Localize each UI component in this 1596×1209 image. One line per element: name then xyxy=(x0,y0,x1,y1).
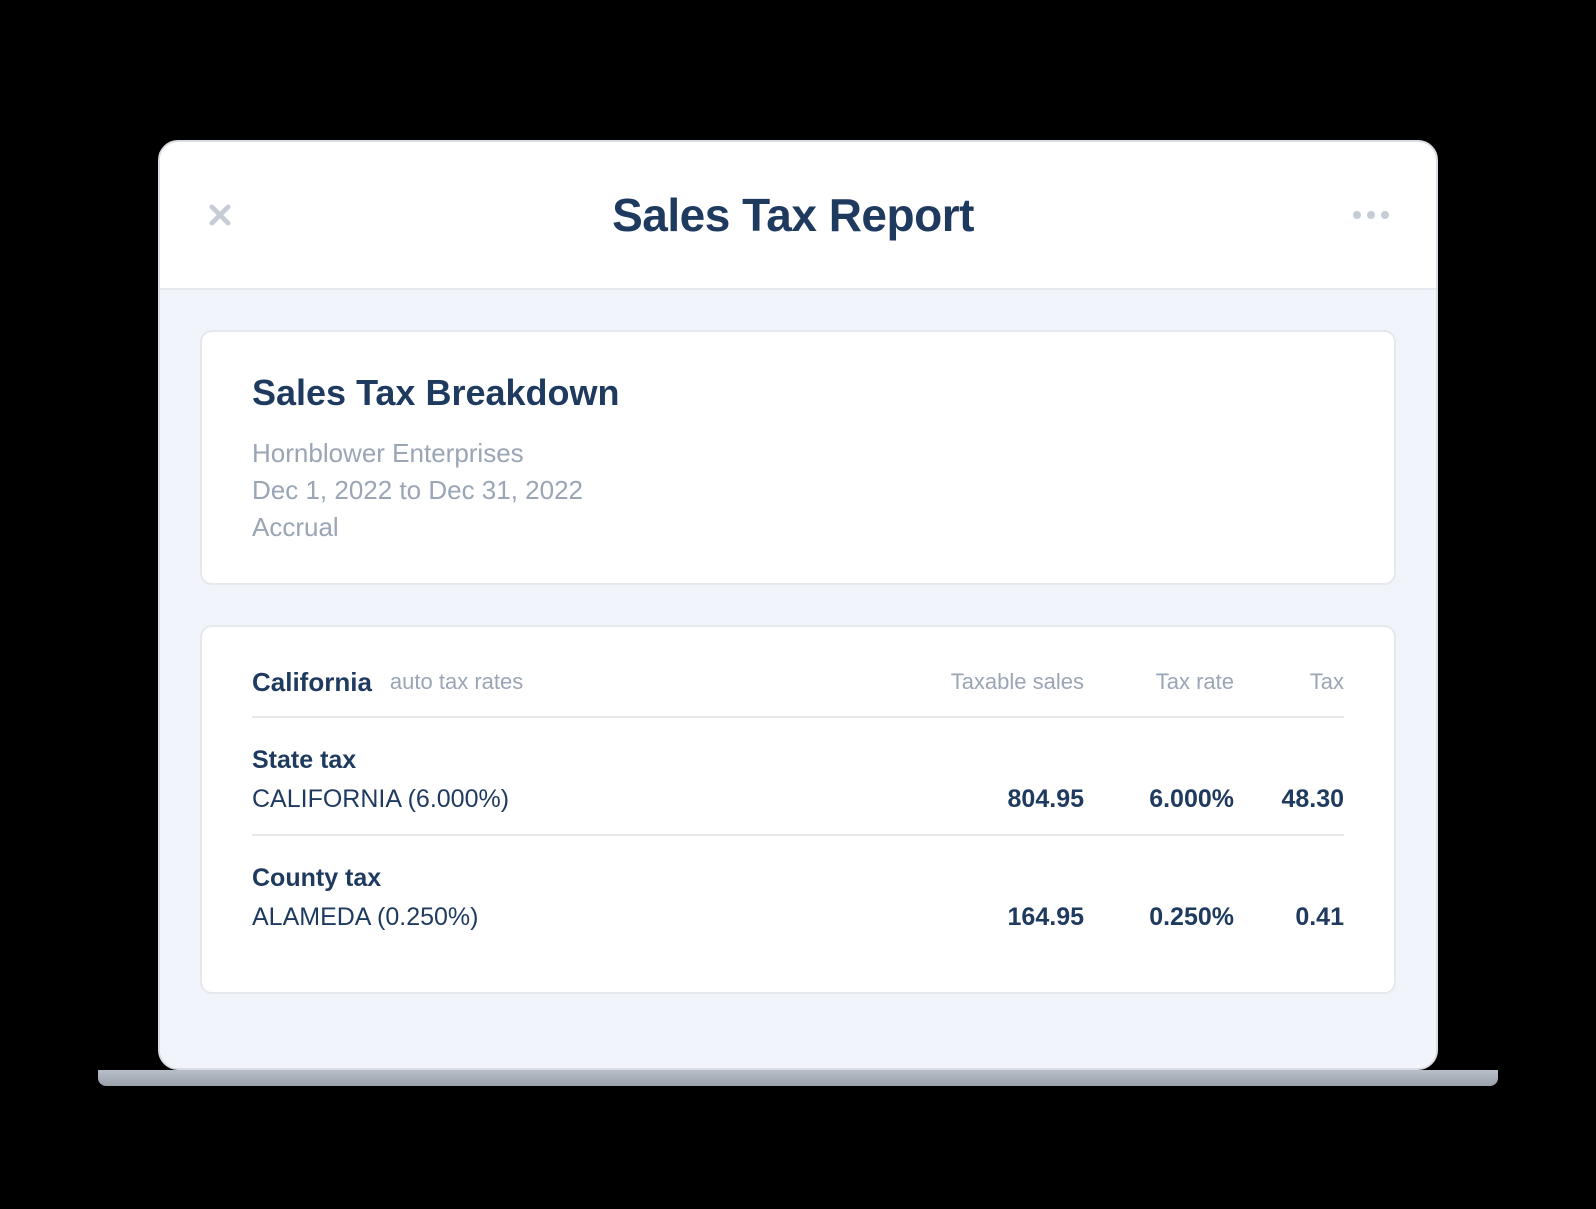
window-header: Sales Tax Report xyxy=(160,142,1436,290)
column-header-taxable: Taxable sales xyxy=(894,669,1084,695)
row-tax: 0.41 xyxy=(1234,903,1344,932)
summary-card: Sales Tax Breakdown Hornblower Enterpris… xyxy=(200,330,1396,585)
report-window: Sales Tax Report Sales Tax Breakdown Hor… xyxy=(158,140,1438,1070)
table-header-row: California auto tax rates Taxable sales … xyxy=(252,667,1344,718)
table-row: ALAMEDA (0.250%) 164.95 0.250% 0.41 xyxy=(252,903,1344,932)
row-label: ALAMEDA (0.250%) xyxy=(252,903,894,932)
more-button[interactable] xyxy=(1346,195,1396,235)
close-button[interactable] xyxy=(200,195,240,235)
row-tax: 48.30 xyxy=(1234,785,1344,814)
page-title: Sales Tax Report xyxy=(612,188,974,242)
date-range: Dec 1, 2022 to Dec 31, 2022 xyxy=(252,475,1344,506)
row-rate: 0.250% xyxy=(1084,903,1234,932)
device-base xyxy=(98,1070,1498,1086)
column-header-tax: Tax xyxy=(1234,669,1344,695)
row-taxable: 164.95 xyxy=(894,903,1084,932)
breakdown-table: California auto tax rates Taxable sales … xyxy=(200,625,1396,994)
window-body: Sales Tax Breakdown Hornblower Enterpris… xyxy=(160,290,1436,1068)
section-title: State tax xyxy=(252,746,1344,775)
more-icon xyxy=(1353,211,1361,219)
state-name: California xyxy=(252,667,372,698)
row-label: CALIFORNIA (6.000%) xyxy=(252,785,894,814)
accounting-method: Accrual xyxy=(252,512,1344,543)
summary-title: Sales Tax Breakdown xyxy=(252,372,1344,414)
tax-section-county: County tax ALAMEDA (0.250%) 164.95 0.250… xyxy=(252,836,1344,952)
row-taxable: 804.95 xyxy=(894,785,1084,814)
table-row: CALIFORNIA (6.000%) 804.95 6.000% 48.30 xyxy=(252,785,1344,814)
company-name: Hornblower Enterprises xyxy=(252,438,1344,469)
rates-label: auto tax rates xyxy=(390,669,894,695)
column-header-rate: Tax rate xyxy=(1084,669,1234,695)
row-rate: 6.000% xyxy=(1084,785,1234,814)
close-icon xyxy=(206,201,234,229)
tax-section-state: State tax CALIFORNIA (6.000%) 804.95 6.0… xyxy=(252,718,1344,836)
section-title: County tax xyxy=(252,864,1344,893)
